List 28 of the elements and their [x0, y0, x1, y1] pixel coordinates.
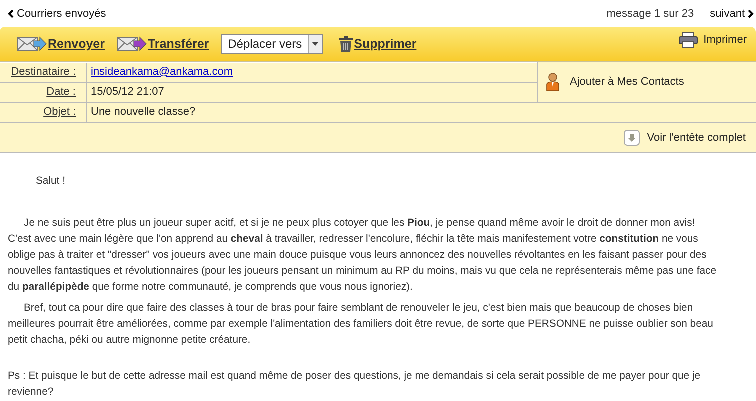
field-label[interactable]: Objet : — [44, 106, 76, 118]
trash-icon — [339, 36, 354, 52]
toolbar-link[interactable]: Renvoyer — [48, 37, 105, 51]
message-counter: message 1 sur 23 — [606, 8, 694, 20]
message-paragraph: Ps : Et puisque le but de cette adresse mail est quand même de poser des questions, je me demandais si cela serait possible de me payer pour que je revienne? — [8, 370, 702, 400]
greeting-text: Salut ! — [35, 175, 66, 189]
caret-icon — [312, 42, 320, 46]
envelope-arrow-icon — [17, 36, 47, 52]
back-link[interactable]: Courriers envoyés — [8, 8, 106, 20]
full-header-link[interactable]: Voir l'entête complet — [624, 130, 746, 146]
person-icon — [546, 73, 560, 91]
toolbar-link[interactable]: Supprimer — [354, 37, 417, 51]
chevron-left-icon — [8, 10, 14, 18]
envelope-arrow-icon — [116, 36, 147, 52]
field-value: Une nouvelle classe? — [91, 106, 196, 118]
field-label[interactable]: Destinataire : — [11, 66, 76, 78]
toolbar-link[interactable]: Transférer — [148, 37, 210, 51]
next-link[interactable]: suivant — [710, 8, 754, 20]
email-link[interactable]: insideankama@ankama.com — [91, 66, 234, 78]
field-value: 15/05/12 21:07 — [91, 86, 164, 98]
chevron-right-icon — [748, 10, 754, 18]
message-paragraph: Je ne suis peut être plus un joueur super acitf, et si je ne peux plus cotoyer que les Piou, je pense quand même avoir le droit de donner mon avis! C'est avec une main légère que l'on apprend au cheval à travailler, redresser l'encolure, fléchir la tête mais manifestement votre constitution ne vous oblige pas à traiter et "dresser" vos joueurs avec une main douce puisque vous leurs annoncez des nouvelles révoltantes en les faisant passer pour des nouvelles fantastiques et révolutionnaires (pour les joueurs pensant un minimum au RP du moins, mais vu que cela ne représenterais même pas une face du parallépipède que forme notre communauté, je comprends que vous nous ignoriez). — [8, 217, 718, 295]
field-label[interactable]: Date : — [46, 86, 76, 98]
print-link[interactable]: Imprimer — [704, 34, 747, 46]
message-paragraph: Bref, tout ca pour dire que faire des classes à tour de bras pour faire semblant de renouveler le jeu, c'est bien mais que beaucoup de choses bien meilleures pourrait être améliorées, comme par exemple l'alimentation des familiers doit être revue, de sorte que PERSONNE ne puisse oublier son beau petit chacha, péki ou autre mignonne petite créature. — [8, 302, 714, 348]
move-select[interactable]: Déplacer vers — [221, 34, 324, 54]
add-contact-link[interactable]: Ajouter à Mes Contacts — [570, 76, 684, 88]
printer-icon — [678, 32, 698, 48]
